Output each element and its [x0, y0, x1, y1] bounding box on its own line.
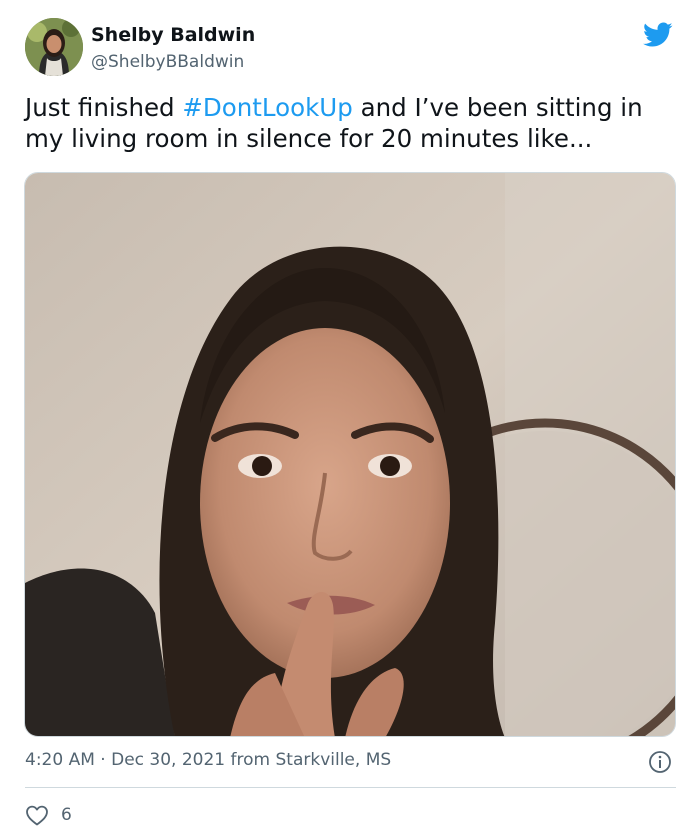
like-count: 6 [61, 805, 72, 825]
meta-separator: · [94, 750, 112, 770]
author-name[interactable]: Shelby Baldwin [91, 24, 255, 46]
hashtag-link[interactable]: #DontLookUp [182, 93, 352, 122]
tweet-text-start: Just finished [25, 93, 183, 122]
heart-icon[interactable] [25, 804, 49, 826]
tweet-metadata: 4:20 AM · Dec 30, 2021 from Starkville, … [25, 750, 391, 770]
tweet-photo[interactable] [24, 172, 676, 737]
like-button[interactable]: 6 [25, 802, 72, 828]
avatar[interactable] [25, 18, 83, 76]
tweet-text: Just finished #DontLookUp and I’ve been … [25, 92, 675, 154]
twitter-bird-icon[interactable] [643, 22, 673, 48]
tweet-time[interactable]: 4:20 AM [25, 750, 95, 770]
tweet-header: Shelby Baldwin @ShelbyBBaldwin [25, 18, 675, 80]
tweet-location: from Starkville, MS [225, 750, 392, 770]
divider [25, 787, 676, 788]
author-handle[interactable]: @ShelbyBBaldwin [91, 52, 244, 72]
tweet-date[interactable]: Dec 30, 2021 [111, 750, 225, 770]
info-icon[interactable] [648, 750, 672, 774]
